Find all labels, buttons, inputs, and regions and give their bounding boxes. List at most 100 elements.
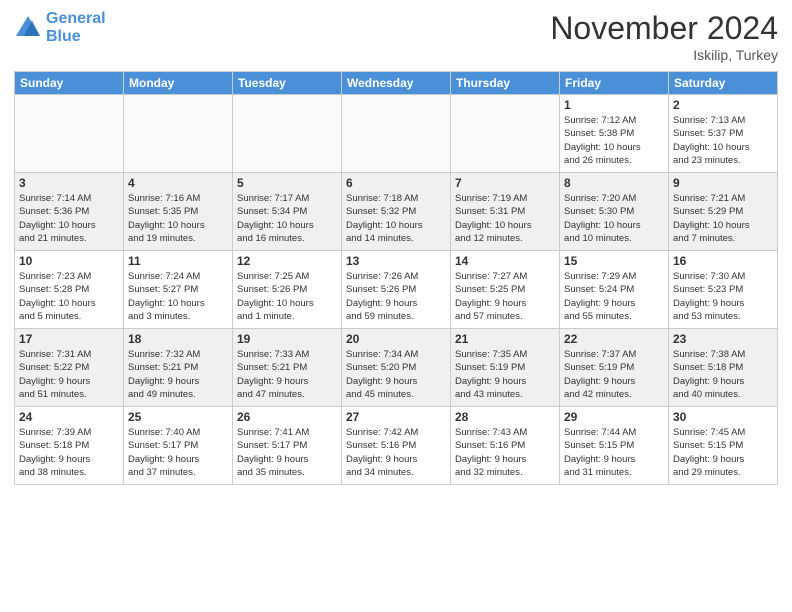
day-info: Sunrise: 7:24 AM Sunset: 5:27 PM Dayligh… <box>128 270 228 323</box>
day-info: Sunrise: 7:25 AM Sunset: 5:26 PM Dayligh… <box>237 270 337 323</box>
day-number: 25 <box>128 410 228 424</box>
table-row: 1 Sunrise: 7:12 AM Sunset: 5:38 PM Daylig… <box>560 95 669 173</box>
day-number: 5 <box>237 176 337 190</box>
day-number: 27 <box>346 410 446 424</box>
day-info: Sunrise: 7:34 AM Sunset: 5:20 PM Dayligh… <box>346 348 446 401</box>
day-number: 9 <box>673 176 773 190</box>
day-number: 6 <box>346 176 446 190</box>
col-tuesday: Tuesday <box>233 72 342 95</box>
day-info: Sunrise: 7:20 AM Sunset: 5:30 PM Dayligh… <box>564 192 664 245</box>
table-row: 16 Sunrise: 7:30 AM Sunset: 5:23 PM Dayli… <box>669 251 778 329</box>
week-row-2: 3 Sunrise: 7:14 AM Sunset: 5:36 PM Daylig… <box>15 173 778 251</box>
day-info: Sunrise: 7:42 AM Sunset: 5:16 PM Dayligh… <box>346 426 446 479</box>
col-sunday: Sunday <box>15 72 124 95</box>
day-info: Sunrise: 7:40 AM Sunset: 5:17 PM Dayligh… <box>128 426 228 479</box>
day-number: 3 <box>19 176 119 190</box>
week-row-4: 17 Sunrise: 7:31 AM Sunset: 5:22 PM Dayli… <box>15 329 778 407</box>
table-row: 26 Sunrise: 7:41 AM Sunset: 5:17 PM Dayli… <box>233 407 342 485</box>
table-row: 18 Sunrise: 7:32 AM Sunset: 5:21 PM Dayli… <box>124 329 233 407</box>
header-row: Sunday Monday Tuesday Wednesday Thursday… <box>15 72 778 95</box>
table-row: 19 Sunrise: 7:33 AM Sunset: 5:21 PM Dayli… <box>233 329 342 407</box>
logo: General Blue <box>14 10 106 45</box>
day-number: 26 <box>237 410 337 424</box>
day-info: Sunrise: 7:33 AM Sunset: 5:21 PM Dayligh… <box>237 348 337 401</box>
day-number: 16 <box>673 254 773 268</box>
calendar-table: Sunday Monday Tuesday Wednesday Thursday… <box>14 71 778 485</box>
day-number: 17 <box>19 332 119 346</box>
col-wednesday: Wednesday <box>342 72 451 95</box>
title-block: November 2024 Iskilip, Turkey <box>550 10 778 63</box>
day-info: Sunrise: 7:41 AM Sunset: 5:17 PM Dayligh… <box>237 426 337 479</box>
day-info: Sunrise: 7:37 AM Sunset: 5:19 PM Dayligh… <box>564 348 664 401</box>
day-number: 2 <box>673 98 773 112</box>
day-info: Sunrise: 7:30 AM Sunset: 5:23 PM Dayligh… <box>673 270 773 323</box>
table-row: 13Sunrise: 7:26 AM Sunset: 5:26 PM Dayli… <box>342 251 451 329</box>
table-row: 25 Sunrise: 7:40 AM Sunset: 5:17 PM Dayli… <box>124 407 233 485</box>
table-row: 24Sunrise: 7:39 AM Sunset: 5:18 PM Dayli… <box>15 407 124 485</box>
table-row: 20 Sunrise: 7:34 AM Sunset: 5:20 PM Dayli… <box>342 329 451 407</box>
table-row: 10 Sunrise: 7:23 AM Sunset: 5:28 PM Dayli… <box>15 251 124 329</box>
day-info: Sunrise: 7:21 AM Sunset: 5:29 PM Dayligh… <box>673 192 773 245</box>
week-row-1: 1 Sunrise: 7:12 AM Sunset: 5:38 PM Daylig… <box>15 95 778 173</box>
day-number: 14 <box>455 254 555 268</box>
day-info: Sunrise: 7:12 AM Sunset: 5:38 PM Dayligh… <box>564 114 664 167</box>
week-row-5: 24Sunrise: 7:39 AM Sunset: 5:18 PM Dayli… <box>15 407 778 485</box>
day-info: Sunrise: 7:13 AM Sunset: 5:37 PM Dayligh… <box>673 114 773 167</box>
day-info: Sunrise: 7:19 AM Sunset: 5:31 PM Dayligh… <box>455 192 555 245</box>
day-number: 1 <box>564 98 664 112</box>
day-info: Sunrise: 7:35 AM Sunset: 5:19 PM Dayligh… <box>455 348 555 401</box>
table-row: 27 Sunrise: 7:42 AM Sunset: 5:16 PM Dayli… <box>342 407 451 485</box>
logo-icon <box>14 14 42 42</box>
col-monday: Monday <box>124 72 233 95</box>
day-info: Sunrise: 7:23 AM Sunset: 5:28 PM Dayligh… <box>19 270 119 323</box>
day-info: Sunrise: 7:26 AM Sunset: 5:26 PM Dayligh… <box>346 270 446 323</box>
col-thursday: Thursday <box>451 72 560 95</box>
day-number: 28 <box>455 410 555 424</box>
day-number: 29 <box>564 410 664 424</box>
table-row: 23Sunrise: 7:38 AM Sunset: 5:18 PM Dayli… <box>669 329 778 407</box>
day-number: 21 <box>455 332 555 346</box>
table-row: 12Sunrise: 7:25 AM Sunset: 5:26 PM Dayli… <box>233 251 342 329</box>
day-number: 18 <box>128 332 228 346</box>
day-number: 20 <box>346 332 446 346</box>
day-number: 10 <box>19 254 119 268</box>
day-info: Sunrise: 7:31 AM Sunset: 5:22 PM Dayligh… <box>19 348 119 401</box>
table-row <box>233 95 342 173</box>
day-number: 7 <box>455 176 555 190</box>
table-row: 29 Sunrise: 7:44 AM Sunset: 5:15 PM Dayli… <box>560 407 669 485</box>
day-info: Sunrise: 7:14 AM Sunset: 5:36 PM Dayligh… <box>19 192 119 245</box>
table-row: 15 Sunrise: 7:29 AM Sunset: 5:24 PM Dayli… <box>560 251 669 329</box>
day-number: 19 <box>237 332 337 346</box>
day-info: Sunrise: 7:16 AM Sunset: 5:35 PM Dayligh… <box>128 192 228 245</box>
table-row: 5 Sunrise: 7:17 AM Sunset: 5:34 PM Daylig… <box>233 173 342 251</box>
day-info: Sunrise: 7:17 AM Sunset: 5:34 PM Dayligh… <box>237 192 337 245</box>
day-number: 15 <box>564 254 664 268</box>
table-row: 2 Sunrise: 7:13 AM Sunset: 5:37 PM Daylig… <box>669 95 778 173</box>
month-title: November 2024 <box>550 10 778 47</box>
day-number: 30 <box>673 410 773 424</box>
logo-text: General Blue <box>46 10 106 45</box>
table-row: 30 Sunrise: 7:45 AM Sunset: 5:15 PM Dayli… <box>669 407 778 485</box>
day-info: Sunrise: 7:39 AM Sunset: 5:18 PM Dayligh… <box>19 426 119 479</box>
day-info: Sunrise: 7:27 AM Sunset: 5:25 PM Dayligh… <box>455 270 555 323</box>
table-row: 3 Sunrise: 7:14 AM Sunset: 5:36 PM Daylig… <box>15 173 124 251</box>
day-info: Sunrise: 7:45 AM Sunset: 5:15 PM Dayligh… <box>673 426 773 479</box>
table-row: 11Sunrise: 7:24 AM Sunset: 5:27 PM Dayli… <box>124 251 233 329</box>
table-row <box>124 95 233 173</box>
table-row: 6 Sunrise: 7:18 AM Sunset: 5:32 PM Daylig… <box>342 173 451 251</box>
table-row: 9 Sunrise: 7:21 AM Sunset: 5:29 PM Daylig… <box>669 173 778 251</box>
table-row <box>342 95 451 173</box>
day-info: Sunrise: 7:29 AM Sunset: 5:24 PM Dayligh… <box>564 270 664 323</box>
day-info: Sunrise: 7:18 AM Sunset: 5:32 PM Dayligh… <box>346 192 446 245</box>
day-info: Sunrise: 7:44 AM Sunset: 5:15 PM Dayligh… <box>564 426 664 479</box>
logo-line1: General <box>46 10 106 27</box>
page: General Blue November 2024 Iskilip, Turk… <box>0 0 792 612</box>
table-row: 14 Sunrise: 7:27 AM Sunset: 5:25 PM Dayli… <box>451 251 560 329</box>
day-info: Sunrise: 7:32 AM Sunset: 5:21 PM Dayligh… <box>128 348 228 401</box>
logo-line2: Blue <box>46 28 81 45</box>
table-row: 8Sunrise: 7:20 AM Sunset: 5:30 PM Daylig… <box>560 173 669 251</box>
table-row: 17 Sunrise: 7:31 AM Sunset: 5:22 PM Dayli… <box>15 329 124 407</box>
table-row: 21 Sunrise: 7:35 AM Sunset: 5:19 PM Dayli… <box>451 329 560 407</box>
location: Iskilip, Turkey <box>550 47 778 63</box>
table-row: 22Sunrise: 7:37 AM Sunset: 5:19 PM Dayli… <box>560 329 669 407</box>
